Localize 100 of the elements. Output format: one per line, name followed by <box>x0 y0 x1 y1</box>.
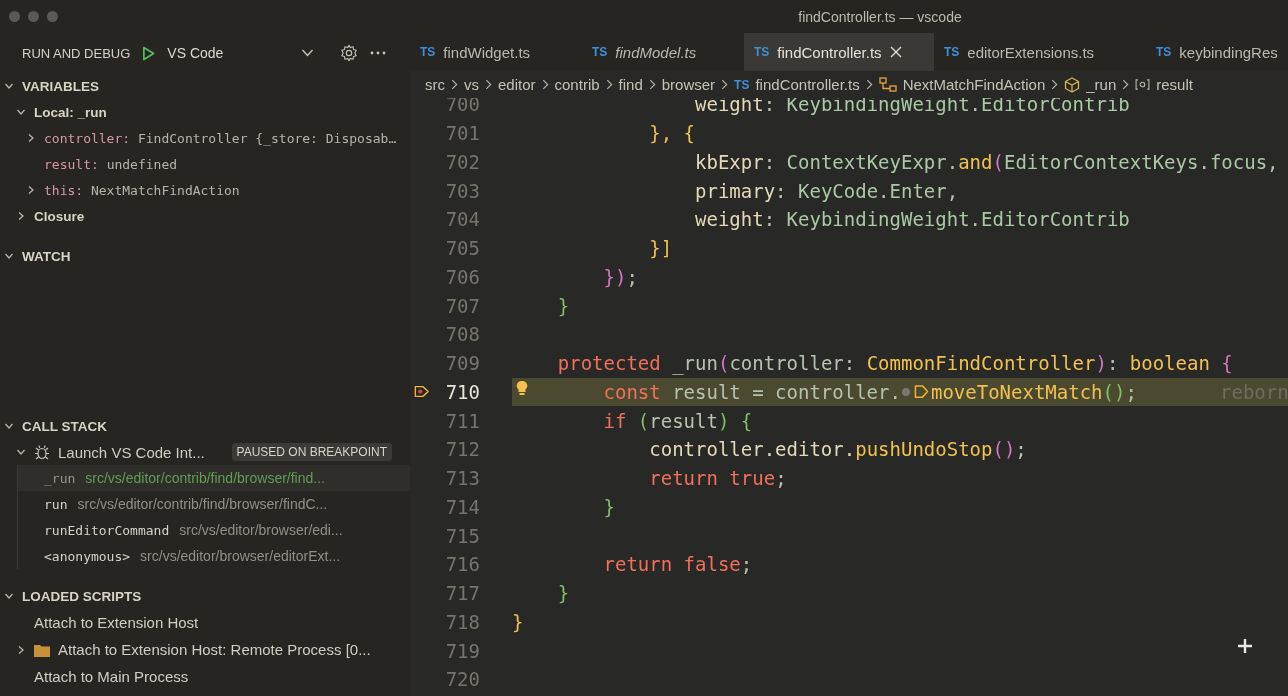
script-entry[interactable]: Attach to Extension Host: Remote Process [0... <box>58 641 371 658</box>
code-line: if (result) { <box>603 409 753 432</box>
line-number: 707 <box>445 294 480 317</box>
stack-frame[interactable]: _run src/vs/editor/contrib/find/browser/find... <box>17 465 410 491</box>
line-number: 712 <box>445 438 480 461</box>
chevron-icon[interactable] <box>4 81 14 91</box>
breadcrumb-item[interactable]: result <box>1156 76 1193 93</box>
chevron-icon <box>451 79 458 90</box>
scope-label[interactable]: Local: _run <box>34 104 107 120</box>
settings-icon[interactable] <box>340 44 358 62</box>
variable-icon <box>1135 79 1151 90</box>
code-line: return true; <box>649 467 787 490</box>
breadcrumb-item[interactable]: NextMatchFindAction <box>902 76 1046 93</box>
folder-icon <box>34 642 50 657</box>
line-number: 720 <box>445 668 480 691</box>
chevron-icon <box>605 79 613 90</box>
variable-entry[interactable]: controller: FindController {_store: Disposab… <box>44 130 397 146</box>
more-icon[interactable] <box>370 51 386 55</box>
section-title[interactable]: LOADED SCRIPTS <box>22 588 142 604</box>
play-icon[interactable] <box>142 45 156 61</box>
breadcrumb-item[interactable]: contrib <box>554 76 600 93</box>
bug-icon <box>34 444 50 460</box>
class-icon <box>878 76 897 93</box>
panel-title: RUN AND DEBUG <box>22 45 131 61</box>
dot-icon <box>901 387 910 396</box>
chevron-icon[interactable] <box>26 185 36 195</box>
line-number: 713 <box>445 467 480 490</box>
editor-tab[interactable]: TS findController.ts <box>744 33 934 71</box>
line-number: 719 <box>445 639 480 662</box>
variable-entry[interactable]: result: undefined <box>44 156 178 172</box>
chevron-icon <box>648 79 656 90</box>
chevron-icon[interactable] <box>16 211 26 221</box>
code-line: } <box>512 610 524 633</box>
code-line: return false; <box>603 553 753 576</box>
configuration-select[interactable]: VS Code <box>167 45 224 61</box>
file-type-label: TS <box>734 77 750 92</box>
breadcrumb-item[interactable]: _run <box>1086 76 1117 93</box>
line-number: 718 <box>445 610 480 633</box>
script-entry[interactable]: Attach to Main Process <box>34 668 189 685</box>
breadcrumb-item[interactable]: findController.ts <box>755 76 860 93</box>
cube-icon <box>1064 76 1081 93</box>
breadcrumb-item[interactable]: vs <box>464 76 479 93</box>
chevron-icon[interactable] <box>16 447 26 457</box>
line-number: 710 <box>445 380 480 403</box>
code-line: } <box>557 582 570 605</box>
chevron-icon <box>1122 79 1130 90</box>
breadcrumb-item[interactable]: browser <box>661 76 716 93</box>
editor-tab[interactable]: TS editorExtensions.ts <box>934 33 1146 71</box>
line-number: 702 <box>445 150 480 173</box>
code-line: } <box>603 495 615 518</box>
code-line: const result = controller. moveToNextMatch(); <box>603 380 1137 403</box>
section-title[interactable]: VARIABLES <box>22 78 99 94</box>
code-line: primary: KeyCode.Enter, <box>695 179 959 202</box>
code-line: weight: KeybindingWeight.EditorContrib <box>695 208 1130 231</box>
line-number: 715 <box>445 524 480 547</box>
line-number: 711 <box>445 409 480 432</box>
line-number: 704 <box>445 208 480 231</box>
line-number: 703 <box>445 179 480 202</box>
code-line: }, { <box>649 122 696 145</box>
code-line: } <box>557 294 570 317</box>
breadcrumb-item[interactable]: src <box>425 76 445 93</box>
status-badge: PAUSED ON BREAKPOINT <box>231 443 392 461</box>
inline-breakpoint-icon[interactable] <box>913 384 929 400</box>
line-number: 716 <box>445 553 480 576</box>
variable-entry[interactable]: this: NextMatchFindAction <box>44 182 240 198</box>
chevron-icon <box>1051 79 1059 90</box>
code-line: controller.editor.pushUndoStop(); <box>649 438 1027 461</box>
chevron-icon[interactable] <box>16 107 26 117</box>
close-icon[interactable] <box>889 46 902 58</box>
line-number: 700 <box>445 98 480 116</box>
code-line: kbExpr: ContextKeyExpr.and(EditorContextKeys.focus, <box>695 150 1279 173</box>
line-number: 709 <box>445 352 480 375</box>
chevron-icon[interactable] <box>26 133 36 143</box>
chevron-icon[interactable] <box>16 644 26 655</box>
editor-tab[interactable]: TS findWidget.ts <box>410 33 582 71</box>
cursor-icon <box>1237 638 1253 654</box>
line-number: 717 <box>445 582 480 605</box>
chevron-icon[interactable] <box>4 591 14 601</box>
section-title[interactable]: CALL STACK <box>22 418 107 434</box>
chevron-icon <box>541 79 549 90</box>
session-label[interactable]: Launch VS Code Int... <box>58 443 205 461</box>
code-line: }] <box>649 237 673 260</box>
line-number: 701 <box>445 122 480 145</box>
chevron-icon[interactable] <box>4 251 14 261</box>
scope-label[interactable]: Closure <box>34 208 85 224</box>
chevron-icon[interactable] <box>4 421 14 431</box>
code-line: }); <box>603 265 638 288</box>
breadcrumb-item[interactable]: find <box>618 76 643 93</box>
line-number: 714 <box>445 495 480 518</box>
current-frame-icon[interactable] <box>414 385 430 399</box>
line-number: 705 <box>445 237 480 260</box>
breadcrumb-item[interactable]: editor <box>498 76 536 93</box>
section-title[interactable]: WATCH <box>22 248 71 264</box>
editor-tab[interactable]: TS findModel.ts <box>582 33 744 71</box>
line-number: 706 <box>445 265 480 288</box>
dropdown-icon[interactable] <box>301 49 314 57</box>
window-title: findController.ts — vscode <box>797 8 963 25</box>
editor-tab[interactable]: TS keybindingRes <box>1146 33 1288 71</box>
script-entry[interactable]: Attach to Extension Host <box>34 614 199 631</box>
lightbulb-icon[interactable] <box>516 379 528 396</box>
